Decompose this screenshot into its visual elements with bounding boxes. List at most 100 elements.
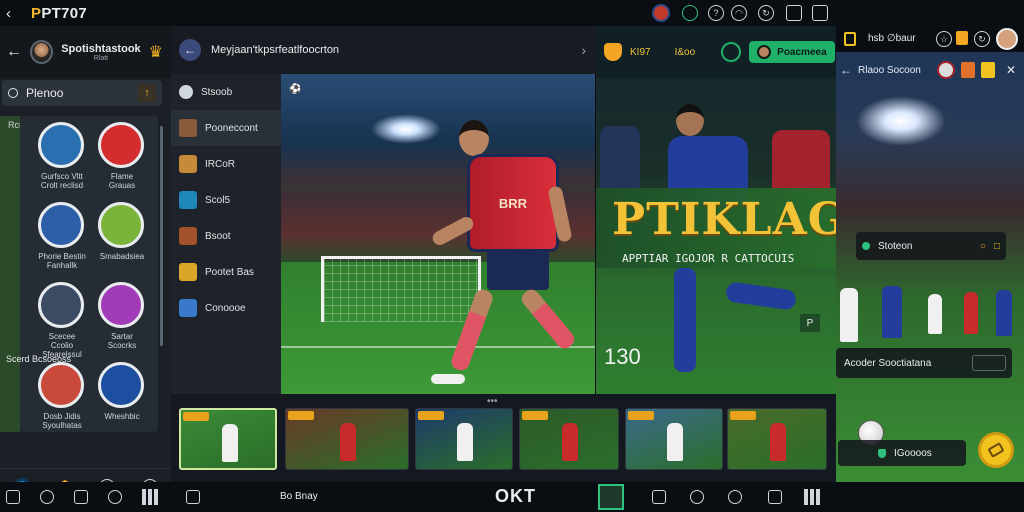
competition-item[interactable]: Dosb Jidis Syoulhatas [38,362,86,430]
video-thumbnail[interactable] [415,408,513,470]
competition-label: Phorie Bestin Fanhallk [38,252,86,270]
competition-item[interactable]: Wheshbic [98,362,146,421]
pitch-line [281,346,595,348]
square-icon[interactable] [74,490,88,504]
promo-button[interactable]: Poacmeea [749,41,835,63]
far-row-1[interactable]: Stoteon ○ □ [856,232,1006,260]
center-logo[interactable]: OKT [495,486,536,507]
close-icon[interactable]: ✕ [1006,63,1016,77]
leaf-icon[interactable] [682,5,698,21]
help-icon[interactable]: ? [708,5,724,21]
video-thumbnail[interactable] [727,408,827,470]
ticket-button[interactable] [978,432,1014,468]
shield-icon[interactable] [936,61,955,79]
circle-icon[interactable] [40,490,54,504]
wifi-icon[interactable]: ◠ [731,5,747,21]
category-item[interactable]: Pootet Bas [171,254,281,290]
avatar[interactable] [30,40,54,64]
tile-icon[interactable] [844,32,856,46]
promo-corner-badge[interactable]: P [800,314,820,332]
phone-icon[interactable] [786,5,802,21]
far-player [928,294,942,334]
lock-icon[interactable] [812,5,828,21]
grid-tile-icon[interactable] [598,484,624,510]
club-badge-icon[interactable] [604,43,622,61]
competition-item[interactable]: Phorie Bestin Fanhallk [38,202,86,270]
thumbnail-player [457,423,473,461]
category-item[interactable]: IRCoR [171,146,281,182]
far-top-label: hsb ∅baur [868,33,916,44]
grid-scrollbar[interactable] [160,126,163,346]
grid-icon[interactable] [804,489,820,505]
status-dot-icon [862,242,870,250]
far-top-bar: hsb ∅baur ☆ ↻ [836,26,1024,52]
avatar[interactable] [996,28,1018,50]
video-thumbnail[interactable] [625,408,723,470]
far-row-3[interactable]: IGoooos [838,440,966,466]
competition-grid: Gurfsco Vltt Crolt reclisd Flame Grauas Ph… [6,116,158,432]
promo-bg-player [772,130,830,190]
shield-icon [878,448,886,458]
star-icon[interactable]: ☆ [936,31,952,47]
refresh-icon[interactable]: ↻ [974,31,990,47]
avatar [757,45,772,59]
competition-item[interactable]: Scecee Ccolio Sfearelssul [38,282,86,359]
category-label: Scol5 [205,194,231,206]
bag-icon[interactable] [186,490,200,504]
far-player [964,292,978,334]
search-icon[interactable] [728,490,742,504]
thumbnail-tag [418,411,444,420]
refresh-icon[interactable] [108,490,122,504]
competition-item[interactable]: Gurfsco Vltt Crolt reclisd [38,122,86,190]
toggle-icon[interactable] [972,355,1006,371]
club-logo-icon [38,122,84,168]
flag-icon[interactable] [980,62,995,78]
far-row-2[interactable]: Acoder Sooctiatana [836,348,1012,378]
chevron-right-icon[interactable]: › [581,42,586,58]
category-item[interactable]: Scol5 [171,182,281,218]
category-item[interactable]: Conoooe [171,290,281,326]
trophy-icon[interactable]: ♛ [149,42,163,62]
competition-item[interactable]: Sartar Scocrks [98,282,146,350]
sync-icon[interactable]: ↻ [758,5,774,21]
badge-icon[interactable] [956,31,968,45]
pin-icon[interactable] [690,490,704,504]
shield-icon[interactable] [652,490,666,504]
club-logo-icon [98,202,144,248]
category-label: Conoooe [205,302,246,314]
back-arrow-icon[interactable]: ← [6,43,22,61]
far-player [996,290,1012,336]
competition-label: Wheshbic [104,412,140,421]
player-shirt: BRR [467,154,559,252]
competition-item[interactable]: Flame Grauas [98,122,146,190]
back-icon[interactable] [6,490,20,504]
more-dots-icon[interactable]: ••• [487,396,498,407]
club-logo-icon [38,282,84,328]
category-item[interactable]: Pooneccont [171,110,281,146]
category-item[interactable]: Bsoot [171,218,281,254]
logo-icon: ⚽ [289,84,302,95]
category-item[interactable]: Stsoob [171,74,281,110]
thumbnail-player [562,423,578,461]
competition-label: Gurfsco Vltt Crolt reclisd [40,172,84,190]
club-icon[interactable] [960,62,975,78]
filter-icon[interactable]: ↑ [138,84,156,102]
shield-icon[interactable] [652,4,670,22]
video-thumbnail[interactable] [285,408,409,470]
target-icon[interactable] [721,42,742,62]
search-input[interactable]: Plenoo ↑ [2,80,162,106]
arrow-icon[interactable]: ← [840,63,852,77]
back-arrow-icon[interactable]: ‹ [6,5,11,22]
copy-icon[interactable] [768,490,782,504]
back-button[interactable]: ← [179,39,201,61]
video-thumbnail[interactable] [179,408,277,470]
hero-image: BRR ⚽ [281,74,595,394]
delete-icon[interactable]: □ [994,241,1000,252]
competition-item[interactable]: Smabadsiea [98,202,146,261]
far-row-2-label: Acoder Sooctiatana [844,357,932,369]
video-thumbnail[interactable] [519,408,619,470]
category-label: IRCoR [205,158,236,170]
search-icon[interactable]: ○ [980,241,986,252]
grid-icon[interactable] [142,489,158,505]
competition-label: Sartar Scocrks [107,332,137,350]
